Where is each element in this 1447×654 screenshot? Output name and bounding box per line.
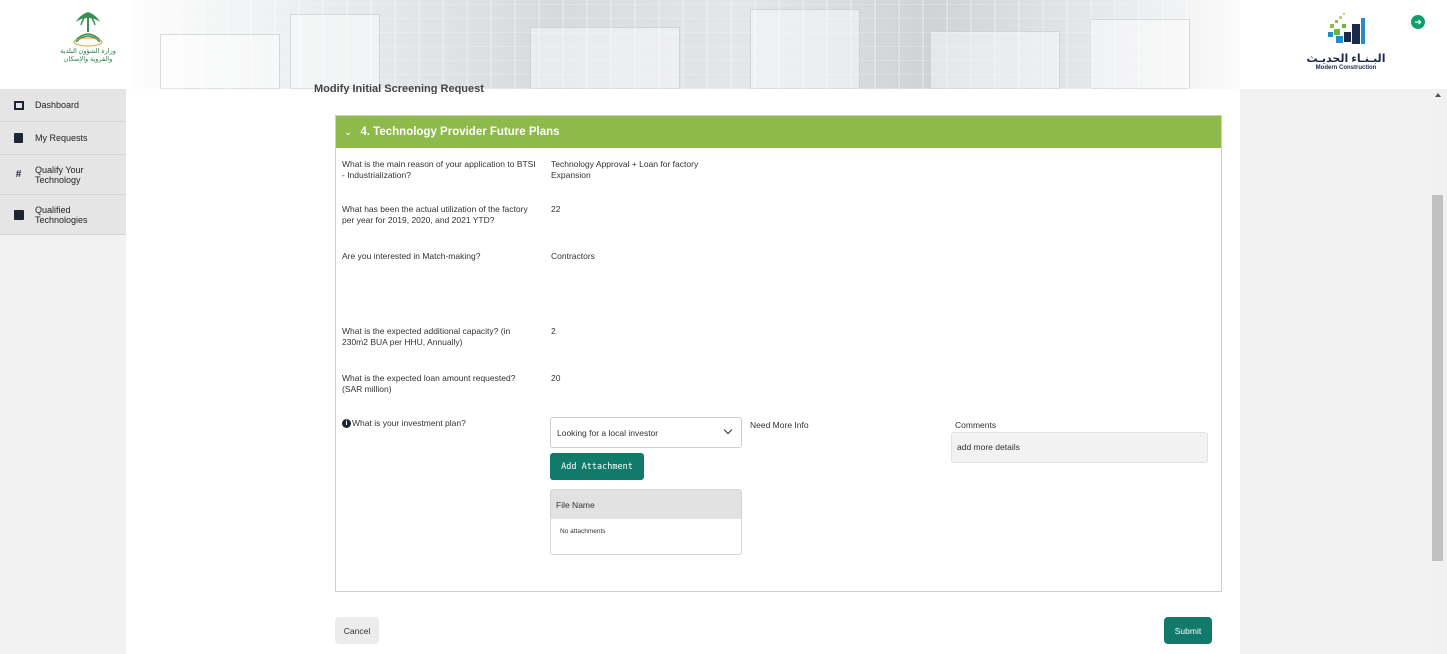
right-gutter [1240,89,1430,654]
header: وزارة الشؤون البلدية والقروية والإسكان ا… [0,0,1447,89]
section-header[interactable]: ⌄ 4. Technology Provider Future Plans [336,116,1221,148]
file-name-column-header: File Name [551,490,741,519]
question-match-making: Are you interested in Match-making? [342,251,481,261]
chevron-down-icon [723,425,733,435]
ministry-name-line-2: والقروية والإسكان [63,56,113,63]
dashboard-icon [13,100,24,111]
question-loan-amount: What is the expected loan amount request… [342,373,516,394]
modern-construction-english-name: Modern Construction [1315,65,1377,71]
palm-swords-emblem-icon [70,8,106,48]
investment-plan-selected-value: Looking for a local investor [557,427,659,438]
modern-construction-emblem-icon [1328,13,1365,44]
add-attachment-button[interactable]: Add Attachment [550,453,644,480]
modern-construction-logo[interactable]: البـنـاء الحديـث Modern Construction [1306,10,1386,86]
sidebar-item-label: My Requests [35,133,88,143]
ministry-logo[interactable]: وزارة الشؤون البلدية والقروية والإسكان [48,8,128,78]
logout-icon[interactable]: ➜ [1411,15,1425,29]
clipboard-icon [13,133,24,144]
question-factory-utilization: What has been the actual utilization of … [342,204,528,225]
section-title: 4. Technology Provider Future Plans [360,126,560,138]
attachments-table: File Name No attachments [550,489,742,555]
cancel-button[interactable]: Cancel [335,617,379,644]
sidebar-item-my-requests[interactable]: My Requests [0,122,126,155]
submit-button[interactable]: Submit [1164,617,1212,644]
sidebar: Dashboard My Requests # Qualify Your Tec… [0,89,126,654]
sidebar-item-label: Dashboard [35,100,80,110]
answer-application-reason: Technology Approval + Loan for factory E… [551,159,699,180]
page-title: Modify Initial Screening Request [314,84,484,94]
vertical-scrollbar[interactable] [1430,89,1447,654]
answer-factory-utilization: 22 [551,204,561,214]
need-more-info-label: Need More Info [750,420,809,430]
sidebar-item-qualified-technologies[interactable]: Qualified Technologies [0,195,126,235]
question-investment-plan: i What is your investment plan? [342,418,537,429]
future-plans-section: ⌄ 4. Technology Provider Future Plans Wh… [335,115,1222,592]
hashtag-icon: # [15,169,22,180]
sidebar-item-dashboard[interactable]: Dashboard [0,89,126,122]
question-additional-capacity: What is the expected additional capacity… [342,326,511,347]
header-banner-image [130,0,1240,89]
answer-additional-capacity: 2 [551,326,556,336]
sidebar-item-label: Qualify Your Technology [35,164,84,185]
answer-match-making: Contractors [551,251,595,261]
scroll-up-arrow-icon[interactable] [1435,93,1441,97]
comments-label: Comments [955,420,997,430]
chevron-down-icon: ⌄ [344,126,353,138]
answer-loan-amount: 20 [551,373,561,383]
modern-construction-arabic-name: البـنـاء الحديـث [1306,53,1386,65]
comments-field[interactable]: add more details [951,432,1208,463]
info-icon[interactable]: i [342,419,351,429]
sidebar-item-qualify-your-technology[interactable]: # Qualify Your Technology [0,155,126,195]
question-application-reason: What is the main reason of your applicat… [342,159,536,180]
question-investment-plan-label: What is your investment plan? [352,418,466,428]
investment-plan-select[interactable]: Looking for a local investor [550,417,742,448]
ministry-name-line-1: وزارة الشؤون البلدية [60,48,116,55]
scrollbar-thumb[interactable] [1432,195,1443,561]
no-attachments-text: No attachments [560,528,606,535]
sidebar-item-label: Qualified Technologies [35,204,88,225]
main-content: Modify Initial Screening Request ⌄ 4. Te… [126,84,1240,654]
box-icon [13,209,24,220]
